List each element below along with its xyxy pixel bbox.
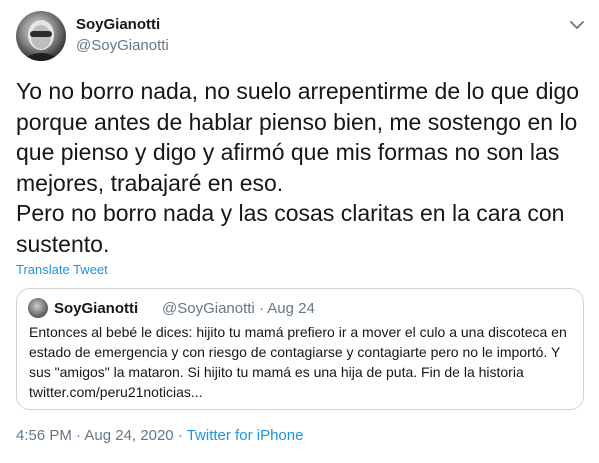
translate-tweet-link[interactable]: Translate Tweet xyxy=(16,262,108,277)
quoted-avatar xyxy=(28,298,48,318)
avatar[interactable] xyxy=(16,11,66,61)
tweet-date[interactable]: Aug 24, 2020 xyxy=(84,427,173,444)
quoted-display-name: SoyGianotti xyxy=(54,300,139,317)
chevron-down-icon[interactable] xyxy=(568,16,586,34)
quoted-text: Entonces al bebé le dices: hijito tu mam… xyxy=(29,324,567,400)
tweet: SoyGianotti @SoyGianotti Yo no borro nad… xyxy=(0,0,599,463)
footer-separator-1: · xyxy=(76,427,82,444)
quoted-meta: @SoyGianotti · Aug 24 xyxy=(162,300,315,317)
quoted-tweet[interactable]: SoyGianotti @SoyGianotti · Aug 24 Entonc… xyxy=(16,288,584,410)
tweet-time[interactable]: 4:56 PM xyxy=(16,427,72,444)
display-name[interactable]: SoyGianotti xyxy=(76,16,160,33)
handle[interactable]: @SoyGianotti xyxy=(76,37,169,54)
tweet-source[interactable]: Twitter for iPhone xyxy=(187,427,304,444)
quoted-separator: · xyxy=(258,300,264,317)
tweet-text: Yo no borro nada, no suelo arrepentirme … xyxy=(16,78,580,257)
quoted-handle: @SoyGianotti xyxy=(162,300,255,317)
quoted-date: Aug 24 xyxy=(267,300,315,317)
footer-separator-2: · xyxy=(177,427,183,444)
tweet-footer: 4:56 PM · Aug 24, 2020 · Twitter for iPh… xyxy=(16,427,303,444)
